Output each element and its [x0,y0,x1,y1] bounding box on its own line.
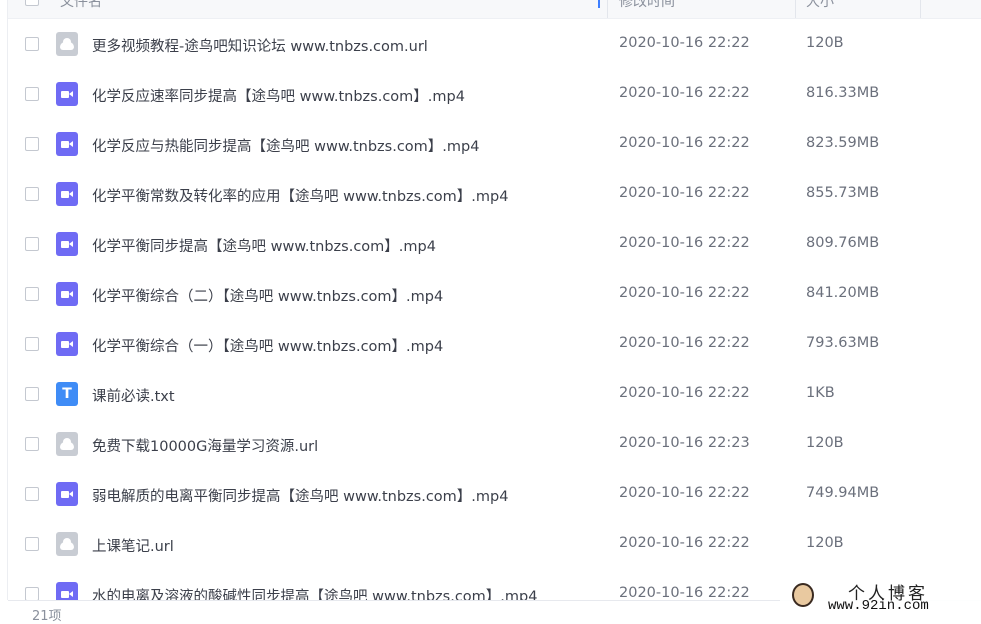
file-modified: 2020-10-16 22:22 [619,535,750,551]
row-checkbox[interactable] [25,37,39,51]
file-size: 749.94MB [806,485,880,501]
watermark-avatar-icon [792,583,814,607]
row-checkbox[interactable] [25,437,39,451]
file-size: 120B [806,435,844,451]
file-name[interactable]: 化学平衡综合（一）【途鸟吧 www.tnbzs.com】.mp4 [92,335,443,356]
file-name[interactable]: 弱电解质的电离平衡同步提高【途鸟吧 www.tnbzs.com】.mp4 [92,485,508,506]
file-name[interactable]: 上课笔记.url [92,535,174,556]
video-file-icon [56,282,78,306]
video-file-icon [56,332,78,356]
file-list-header: 文件名 修改时间 大小 [8,0,981,19]
file-name[interactable]: 化学平衡常数及转化率的应用【途鸟吧 www.tnbzs.com】.mp4 [92,185,508,206]
file-row[interactable]: 免费下载10000G海量学习资源.url 2020-10-16 22:23 120B [8,420,981,470]
video-file-icon [56,482,78,506]
file-row[interactable]: 弱电解质的电离平衡同步提高【途鸟吧 www.tnbzs.com】.mp4 2020… [8,470,981,520]
file-modified: 2020-10-16 22:22 [619,135,750,151]
file-modified: 2020-10-16 22:23 [619,435,750,451]
file-size: 809.76MB [806,235,880,251]
file-modified: 2020-10-16 22:22 [619,485,750,501]
row-checkbox[interactable] [25,387,39,401]
row-checkbox[interactable] [25,337,39,351]
file-row[interactable]: 化学平衡综合（一）【途鸟吧 www.tnbzs.com】.mp4 2020-10-… [8,320,981,370]
select-all-checkbox[interactable] [25,0,39,6]
file-modified: 2020-10-16 22:22 [619,35,750,51]
file-size: 1KB [806,385,835,401]
column-header-name[interactable]: 文件名 [60,0,102,11]
video-file-icon [56,582,78,600]
video-file-icon [56,132,78,156]
file-name[interactable]: 化学平衡综合（二）【途鸟吧 www.tnbzs.com】.mp4 [92,285,443,306]
file-modified: 2020-10-16 22:22 [619,85,750,101]
row-checkbox[interactable] [25,587,39,600]
file-name[interactable]: 化学平衡同步提高【途鸟吧 www.tnbzs.com】.mp4 [92,235,436,256]
file-row[interactable]: 化学反应与热能同步提高【途鸟吧 www.tnbzs.com】.mp4 2020-1… [8,120,981,170]
row-checkbox[interactable] [25,87,39,101]
row-checkbox[interactable] [25,137,39,151]
file-modified: 2020-10-16 22:22 [619,285,750,301]
text-file-icon: T [56,382,78,406]
file-row[interactable]: 化学平衡常数及转化率的应用【途鸟吧 www.tnbzs.com】.mp4 2020… [8,170,981,220]
file-name[interactable]: 化学反应速率同步提高【途鸟吧 www.tnbzs.com】.mp4 [92,85,465,106]
file-size: 823.59MB [806,135,880,151]
file-row[interactable]: 化学平衡综合（二）【途鸟吧 www.tnbzs.com】.mp4 2020-10-… [8,270,981,320]
file-size: 841.20MB [806,285,880,301]
link-file-icon [56,532,78,556]
item-count: 21项 [32,609,62,624]
file-row[interactable]: T 课前必读.txt 2020-10-16 22:22 1KB [8,370,981,420]
file-modified: 2020-10-16 22:22 [619,335,750,351]
file-modified: 2020-10-16 22:22 [619,185,750,201]
file-name[interactable]: 课前必读.txt [92,385,175,406]
column-divider[interactable] [607,0,608,18]
file-size: 120B [806,535,844,551]
sort-ascending-icon[interactable] [598,0,600,8]
file-row[interactable]: 化学平衡同步提高【途鸟吧 www.tnbzs.com】.mp4 2020-10-1… [8,220,981,270]
row-checkbox[interactable] [25,487,39,501]
file-list: 更多视频教程-途鸟吧知识论坛 www.tnbzs.com.url 2020-10-… [8,20,981,600]
video-file-icon [56,182,78,206]
file-row[interactable]: 更多视频教程-途鸟吧知识论坛 www.tnbzs.com.url 2020-10-… [8,20,981,70]
file-size: 120B [806,35,844,51]
column-divider[interactable] [795,0,796,18]
column-header-size[interactable]: 大小 [806,0,834,11]
video-file-icon [56,82,78,106]
link-file-icon [56,432,78,456]
file-modified: 2020-10-16 22:22 [619,585,750,600]
file-name[interactable]: 更多视频教程-途鸟吧知识论坛 www.tnbzs.com.url [92,35,428,56]
video-file-icon [56,232,78,256]
file-size: 816.33MB [806,85,880,101]
column-divider[interactable] [920,0,921,18]
row-checkbox[interactable] [25,187,39,201]
watermark-url: www.92in.com [828,598,929,614]
file-row[interactable]: 上课笔记.url 2020-10-16 22:22 120B [8,520,981,570]
file-row[interactable]: 化学反应速率同步提高【途鸟吧 www.tnbzs.com】.mp4 2020-10… [8,70,981,120]
link-file-icon [56,32,78,56]
column-header-modified[interactable]: 修改时间 [619,0,675,11]
file-name[interactable]: 免费下载10000G海量学习资源.url [92,435,318,456]
file-modified: 2020-10-16 22:22 [619,385,750,401]
row-checkbox[interactable] [25,237,39,251]
file-size: 793.63MB [806,335,880,351]
file-name[interactable]: 化学反应与热能同步提高【途鸟吧 www.tnbzs.com】.mp4 [92,135,479,156]
row-checkbox[interactable] [25,287,39,301]
file-modified: 2020-10-16 22:22 [619,235,750,251]
file-name[interactable]: 水的电离及溶液的酸碱性同步提高【途鸟吧 www.tnbzs.com】.mp4 [92,585,537,600]
file-size: 855.73MB [806,185,880,201]
row-checkbox[interactable] [25,537,39,551]
